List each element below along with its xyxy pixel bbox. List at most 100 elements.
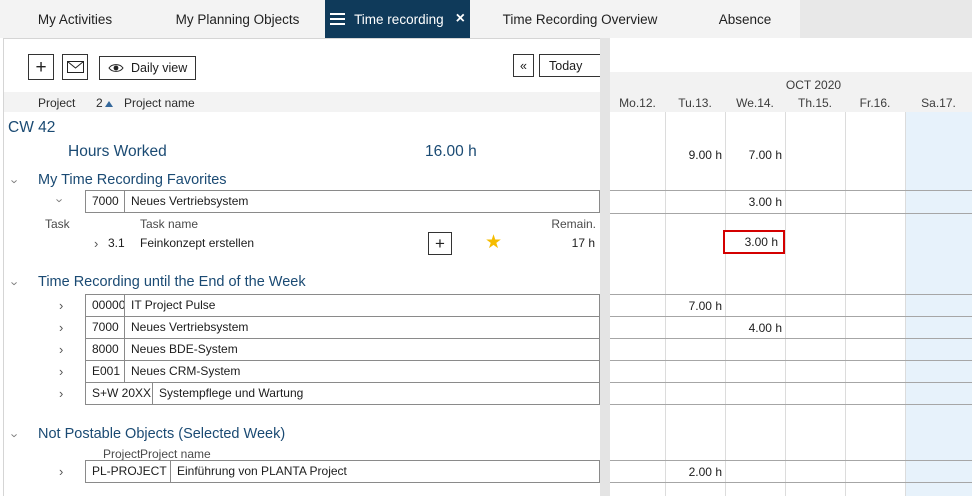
tab-my-activities[interactable]: My Activities [0, 0, 150, 38]
column-divider [725, 112, 726, 496]
panel-top-border [3, 38, 600, 39]
add-booking-button[interactable]: + [428, 232, 452, 255]
project-id-cell[interactable]: 8000 [85, 338, 125, 361]
tab-label: Time Recording Overview [503, 12, 658, 27]
row-divider [610, 382, 972, 383]
project-name-cell[interactable]: Neues BDE-System [124, 338, 600, 361]
tab-time-recording[interactable]: Time recording × [325, 0, 470, 38]
collapse-not-postable-icon[interactable]: › [9, 433, 22, 437]
remain-column-header: Remain. [500, 217, 596, 231]
hours-worked-total: 16.00 h [425, 143, 477, 161]
pl-project-hours-tu13[interactable]: 2.00 h [665, 461, 722, 483]
today-select[interactable]: Today [539, 54, 601, 77]
selected-time-entry-cell[interactable]: 3.00 h [723, 230, 785, 254]
collapse-favorites-icon[interactable]: › [9, 179, 22, 183]
hours-worked-tu13: 9.00 h [665, 144, 722, 166]
project-id-cell[interactable]: S+W 20XX [85, 382, 153, 405]
panel-splitter[interactable] [600, 38, 610, 496]
day-header-th15: Th.15. [785, 96, 845, 110]
project-column-header: Project [38, 96, 75, 110]
weekend-column-highlight [905, 112, 972, 496]
collapse-project-7000-icon[interactable]: › [54, 198, 67, 202]
hours-worked-label: Hours Worked [68, 143, 167, 161]
expand-row-icon[interactable]: › [59, 365, 63, 378]
menu-icon[interactable] [330, 13, 345, 26]
daily-view-button[interactable]: Daily view [99, 56, 196, 80]
day-header-tu13: Tu.13. [665, 96, 725, 110]
add-button[interactable]: + [28, 54, 54, 80]
project-name-cell[interactable]: IT Project Pulse [124, 294, 600, 317]
project-name-column-header: Project name [124, 96, 195, 110]
tab-label: Absence [719, 12, 772, 27]
favorites-section-title: My Time Recording Favorites [38, 172, 227, 188]
collapse-week-recording-icon[interactable]: › [9, 281, 22, 285]
tab-label: My Planning Objects [176, 12, 300, 27]
day-header-mo12: Mo.12. [610, 96, 665, 110]
day-header-sa17: Sa.17. [905, 96, 972, 110]
project-id-cell[interactable]: PL-PROJECT [85, 460, 171, 483]
plus-icon: + [435, 234, 445, 253]
project-id-cell[interactable]: 7000 [85, 316, 125, 339]
project-000004-hours-tu13[interactable]: 7.00 h [665, 295, 722, 317]
sort-order-number: 2 [96, 96, 103, 110]
tab-bar-filler [800, 0, 972, 38]
project-column-header: Project [103, 447, 140, 461]
project-7000-hours-we14[interactable]: 3.00 h [725, 191, 782, 213]
expand-row-icon[interactable]: › [59, 299, 63, 312]
mail-icon [67, 61, 84, 73]
daily-view-label: Daily view [131, 61, 187, 75]
project-id-cell[interactable]: E001 [85, 360, 125, 383]
project-name-cell[interactable]: Systempflege und Wartung [152, 382, 600, 405]
calendar-week-label: CW 42 [8, 119, 55, 137]
task-name-column-header: Task name [140, 217, 198, 231]
row-divider [610, 404, 972, 405]
day-header-fr16: Fr.16. [845, 96, 905, 110]
project-name-cell[interactable]: Neues CRM-System [124, 360, 600, 383]
month-label: OCT 2020 [655, 78, 972, 92]
expand-row-icon[interactable]: › [59, 343, 63, 356]
tab-label: Time recording [354, 12, 444, 27]
expand-task-icon[interactable]: › [94, 237, 98, 250]
not-postable-section-title: Not Postable Objects (Selected Week) [38, 426, 285, 442]
tab-label: My Activities [38, 12, 112, 27]
project-name-cell[interactable]: Einführung von PLANTA Project [170, 460, 600, 483]
week-recording-section-title: Time Recording until the End of the Week [38, 274, 306, 290]
remaining-effort: 17 h [500, 236, 595, 250]
sort-indicator[interactable]: 2 [96, 96, 113, 110]
column-divider [905, 112, 906, 496]
project-name-column-header: Project name [140, 447, 211, 461]
project-name-cell[interactable]: Neues Vertriebsystem [124, 316, 600, 339]
expand-row-icon[interactable]: › [59, 387, 63, 400]
calendar-pane: OCT 2020 Mo.12. Tu.13. We.14. Th.15. Fr.… [610, 38, 972, 496]
time-recording-window: My Activities My Planning Objects Time r… [0, 0, 972, 496]
row-divider [610, 338, 972, 339]
mail-button[interactable] [62, 54, 88, 80]
project-id-cell[interactable]: 000004 [85, 294, 125, 317]
column-divider [785, 112, 786, 496]
hours-worked-we14: 7.00 h [725, 144, 782, 166]
tab-my-planning-objects[interactable]: My Planning Objects [150, 0, 325, 38]
previous-week-button[interactable]: « [513, 54, 534, 77]
project-7000-hours-we14[interactable]: 4.00 h [725, 317, 782, 339]
tab-absence[interactable]: Absence [690, 0, 800, 38]
tab-bar: My Activities My Planning Objects Time r… [0, 0, 972, 38]
grid-header-strip [4, 92, 600, 112]
task-name: Feinkonzept erstellen [140, 236, 254, 250]
eye-icon [108, 62, 124, 74]
row-divider [610, 360, 972, 361]
close-icon[interactable]: × [456, 11, 465, 27]
task-id: 3.1 [108, 236, 125, 250]
day-header-we14: We.14. [725, 96, 785, 110]
column-divider [845, 112, 846, 496]
project-name-cell[interactable]: Neues Vertriebsystem [124, 190, 600, 213]
today-label: Today [549, 59, 582, 73]
previous-icon: « [520, 59, 527, 73]
plus-icon: + [35, 58, 46, 77]
project-id-cell[interactable]: 7000 [85, 190, 125, 213]
sort-asc-icon [105, 101, 113, 107]
expand-row-icon[interactable]: › [59, 465, 63, 478]
row-divider [610, 190, 972, 191]
task-column-header: Task [45, 217, 70, 231]
tab-time-recording-overview[interactable]: Time Recording Overview [470, 0, 690, 38]
expand-row-icon[interactable]: › [59, 321, 63, 334]
